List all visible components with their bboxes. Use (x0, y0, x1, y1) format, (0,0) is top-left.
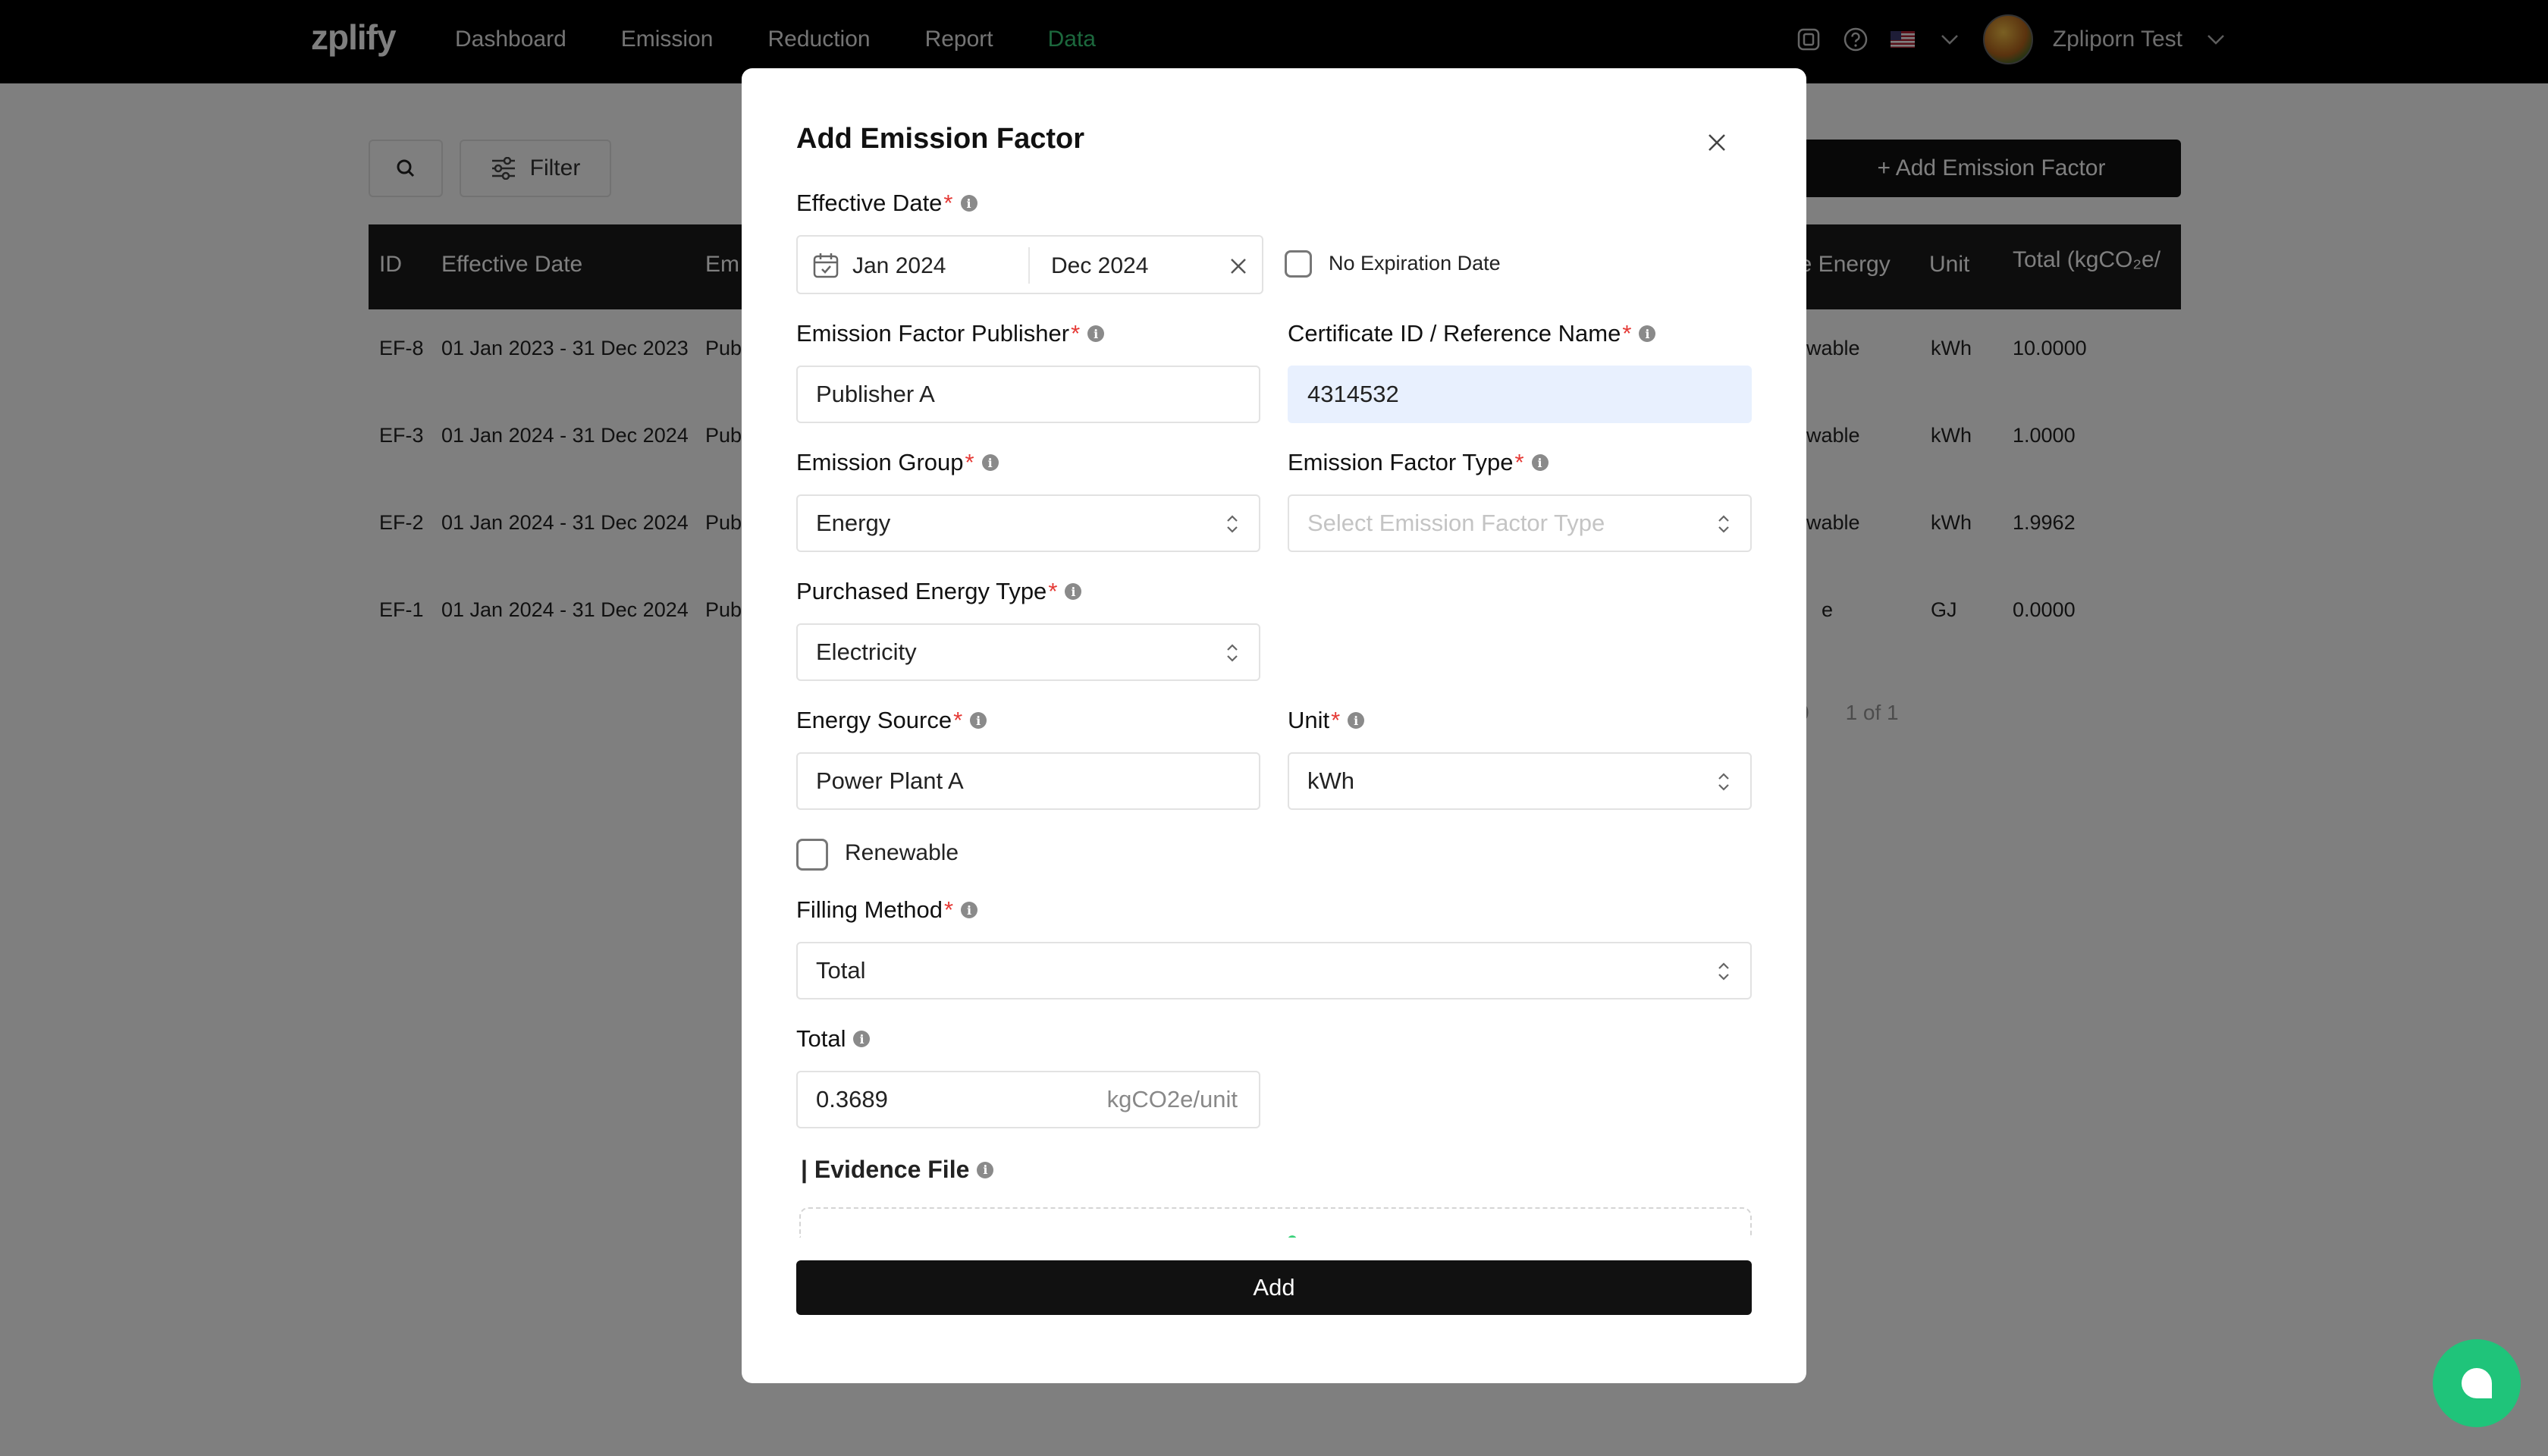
energy-source-input[interactable]: Power Plant A (796, 752, 1260, 810)
close-icon (1709, 134, 1725, 151)
purchased-energy-type-select[interactable]: Electricity (796, 623, 1260, 681)
emission-factor-type-placeholder: Select Emission Factor Type (1307, 510, 1605, 536)
energy-source-value: Power Plant A (816, 767, 964, 794)
info-icon[interactable]: i (1065, 583, 1082, 600)
select-chevrons-icon (1227, 644, 1238, 662)
required-mark: * (965, 449, 974, 475)
emission-group-label-text: Emission Group (796, 449, 964, 475)
info-icon[interactable]: i (970, 712, 987, 729)
required-mark: * (1622, 320, 1632, 347)
energy-source-label-text: Energy Source (796, 707, 952, 733)
filling-method-label: Filling Method * i (796, 896, 978, 924)
chat-button[interactable] (2433, 1339, 2521, 1427)
required-mark: * (1331, 707, 1341, 733)
total-label-text: Total (796, 1025, 846, 1052)
modal-title: Add Emission Factor (796, 123, 1085, 155)
required-mark: * (943, 896, 954, 923)
total-unit-suffix: kgCO2e/unit (1106, 1086, 1238, 1112)
required-mark: * (1514, 449, 1524, 475)
evidence-file-label-text: | Evidence File (801, 1156, 970, 1183)
required-mark: * (1071, 320, 1081, 347)
publisher-label-text: Emission Factor Publisher (796, 320, 1070, 347)
publisher-label: Emission Factor Publisher * i (796, 320, 1105, 347)
unit-label: Unit * i (1288, 707, 1365, 734)
publisher-value: Publisher A (816, 381, 935, 407)
no-expiration-label: No Expiration Date (1329, 252, 1501, 275)
energy-source-label: Energy Source * i (796, 707, 987, 734)
emission-factor-type-label-text: Emission Factor Type (1288, 449, 1514, 475)
info-icon[interactable]: i (1639, 325, 1656, 342)
certificate-id-input[interactable]: 4314532 (1288, 366, 1752, 423)
filling-method-label-text: Filling Method (796, 896, 943, 923)
select-chevrons-icon (1718, 515, 1729, 533)
renewable-label: Renewable (845, 840, 959, 865)
info-icon[interactable]: i (1348, 712, 1365, 729)
purchased-energy-type-value: Electricity (816, 639, 917, 665)
info-icon[interactable]: i (981, 454, 999, 471)
effective-date-label: Effective Date * i (796, 190, 977, 217)
effective-date-range-picker[interactable]: Jan 2024 Dec 2024 (796, 235, 1263, 294)
close-button[interactable] (1699, 124, 1735, 161)
emission-group-label: Emission Group * i (796, 449, 999, 476)
total-label: Total i (796, 1025, 871, 1053)
required-mark: * (943, 190, 953, 216)
date-divider (1028, 247, 1030, 284)
emission-group-select[interactable]: Energy (796, 494, 1260, 552)
evidence-dropzone[interactable]: ▬ ▬▬ ● (799, 1207, 1752, 1238)
unit-label-text: Unit (1288, 707, 1330, 733)
select-chevrons-icon (1227, 515, 1238, 533)
add-emission-factor-modal: Add Emission Factor Effective Date * i Jan… (742, 68, 1806, 1383)
calendar-icon (813, 253, 839, 278)
chat-bubble-icon (2462, 1368, 2492, 1398)
required-mark: * (953, 707, 963, 733)
info-icon[interactable]: i (1087, 325, 1105, 342)
unit-value: kWh (1307, 767, 1354, 794)
emission-factor-type-select[interactable]: Select Emission Factor Type (1288, 494, 1752, 552)
certificate-label-text: Certificate ID / Reference Name (1288, 320, 1621, 347)
filling-method-select[interactable]: Total (796, 942, 1752, 999)
unit-select[interactable]: kWh (1288, 752, 1752, 810)
select-chevrons-icon (1718, 773, 1729, 791)
info-icon[interactable]: i (977, 1161, 994, 1178)
publisher-input[interactable]: Publisher A (796, 366, 1260, 423)
filling-method-value: Total (816, 957, 866, 984)
add-button[interactable]: Add (796, 1260, 1752, 1315)
end-date[interactable]: Dec 2024 (1051, 253, 1148, 279)
total-value: 0.3689 (816, 1086, 888, 1112)
effective-date-label-text: Effective Date (796, 190, 943, 216)
info-icon[interactable]: i (960, 195, 977, 212)
info-icon[interactable]: i (1531, 454, 1549, 471)
start-date[interactable]: Jan 2024 (852, 253, 946, 279)
purchased-energy-type-label-text: Purchased Energy Type (796, 578, 1047, 604)
clear-date-icon[interactable] (1227, 255, 1250, 278)
evidence-file-label: | Evidence File i (801, 1156, 994, 1184)
no-expiration-checkbox[interactable] (1285, 250, 1312, 278)
purchased-energy-type-label: Purchased Energy Type * i (796, 578, 1082, 605)
renewable-checkbox[interactable] (796, 839, 828, 871)
required-mark: * (1048, 578, 1058, 604)
evidence-dropzone-hint: ▬ ▬▬ ● (1210, 1227, 1298, 1238)
info-icon[interactable]: i (853, 1031, 871, 1047)
info-icon[interactable]: i (961, 902, 978, 918)
certificate-label: Certificate ID / Reference Name * i (1288, 320, 1656, 347)
select-chevrons-icon (1718, 962, 1729, 981)
certificate-value: 4314532 (1307, 381, 1399, 407)
emission-factor-type-label: Emission Factor Type * i (1288, 449, 1549, 476)
emission-group-value: Energy (816, 510, 891, 536)
total-input[interactable]: 0.3689 kgCO2e/unit (796, 1071, 1260, 1128)
